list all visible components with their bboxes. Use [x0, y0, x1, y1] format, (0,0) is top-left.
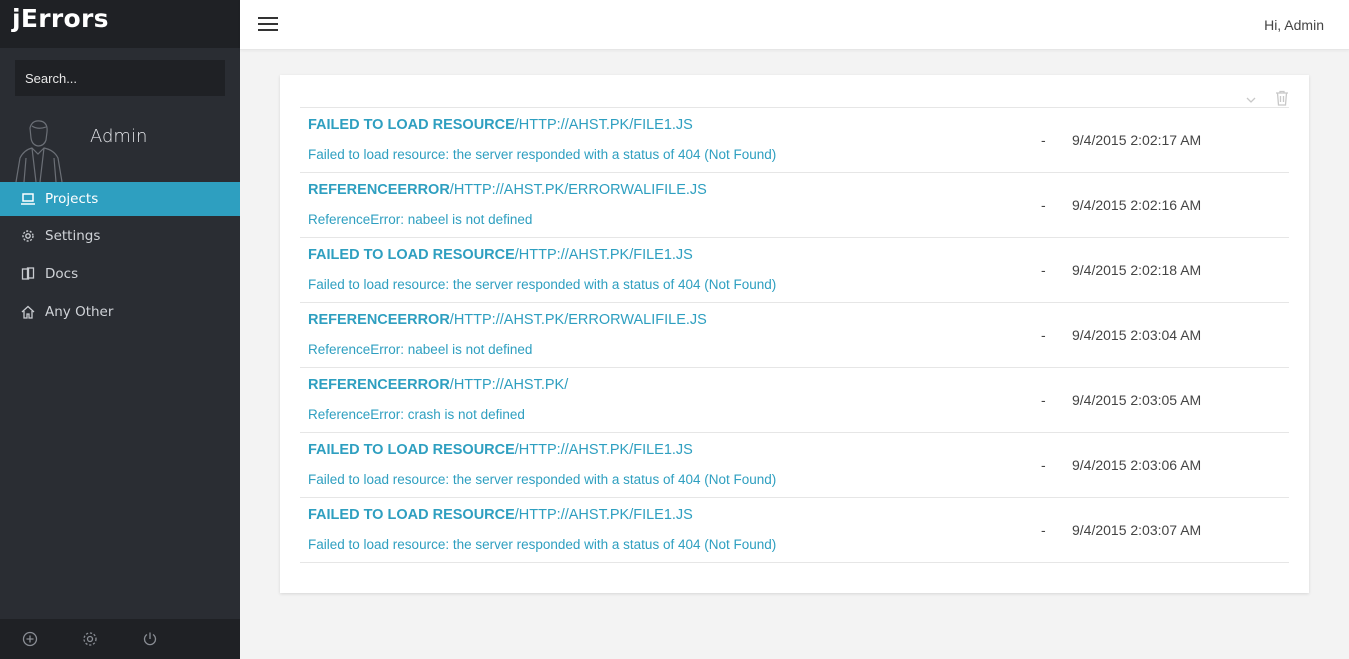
error-message: ReferenceError: nabeel is not defined — [308, 342, 533, 357]
error-url: /HTTP://AHST.PK/FILE1.JS — [514, 247, 693, 263]
error-name: REFERENCEERROR — [308, 312, 450, 328]
sidebar-footer — [0, 619, 240, 659]
error-message: Failed to load resource: the server resp… — [308, 472, 777, 487]
error-message: Failed to load resource: the server resp… — [308, 537, 777, 552]
error-timestamp: 9/4/2015 2:02:16 AM — [1072, 197, 1202, 213]
error-message: Failed to load resource: the server resp… — [308, 277, 777, 292]
error-timestamp: 9/4/2015 2:03:06 AM — [1072, 457, 1202, 473]
sidebar-item-settings[interactable]: Settings — [0, 218, 240, 254]
settings-icon[interactable] — [82, 631, 98, 647]
error-url: /HTTP://AHST.PK/ERRORWALIFILE.JS — [449, 182, 707, 198]
brand-logo[interactable]: jErrors — [0, 0, 240, 48]
error-url: /HTTP://AHST.PK/FILE1.JS — [514, 442, 693, 458]
error-title-link[interactable]: REFERENCEERROR/HTTP://AHST.PK/ERRORWALIF… — [308, 312, 707, 328]
error-title-link[interactable]: REFERENCEERROR/HTTP://AHST.PK/ERRORWALIF… — [308, 182, 707, 198]
error-url: /HTTP://AHST.PK/ERRORWALIFILE.JS — [449, 312, 707, 328]
sidebar-item-label: Docs — [45, 266, 79, 282]
menu-toggle-icon[interactable] — [258, 17, 278, 31]
error-separator: - — [1041, 132, 1046, 148]
error-row[interactable]: FAILED TO LOAD RESOURCE/HTTP://AHST.PK/F… — [300, 498, 1289, 563]
error-separator: - — [1041, 522, 1046, 538]
error-list: FAILED TO LOAD RESOURCE/HTTP://AHST.PK/F… — [300, 107, 1289, 563]
error-message: ReferenceError: crash is not defined — [308, 407, 525, 422]
sidebar: jErrors Admin Projects Settings — [0, 0, 240, 659]
error-message: Failed to load resource: the server resp… — [308, 147, 777, 162]
search-input[interactable] — [15, 60, 225, 96]
error-title-link[interactable]: FAILED TO LOAD RESOURCE/HTTP://AHST.PK/F… — [308, 442, 693, 458]
error-title-link[interactable]: REFERENCEERROR/HTTP://AHST.PK/ — [308, 377, 568, 393]
user-profile: Admin — [0, 114, 240, 182]
error-timestamp: 9/4/2015 2:03:05 AM — [1072, 392, 1202, 408]
error-url: /HTTP://AHST.PK/ — [449, 377, 569, 393]
sidebar-item-docs[interactable]: Docs — [0, 256, 240, 292]
error-timestamp: 9/4/2015 2:03:07 AM — [1072, 522, 1202, 538]
error-separator: - — [1041, 327, 1046, 343]
user-greeting[interactable]: Hi, Admin — [1264, 17, 1324, 33]
error-name: FAILED TO LOAD RESOURCE — [308, 442, 515, 458]
sidebar-item-label: Any Other — [45, 304, 114, 320]
error-row[interactable]: REFERENCEERROR/HTTP://AHST.PK/ERRORWALIF… — [300, 173, 1289, 238]
error-timestamp: 9/4/2015 2:02:18 AM — [1072, 262, 1202, 278]
error-row[interactable]: FAILED TO LOAD RESOURCE/HTTP://AHST.PK/F… — [300, 238, 1289, 303]
error-title-link[interactable]: FAILED TO LOAD RESOURCE/HTTP://AHST.PK/F… — [308, 507, 693, 523]
error-row[interactable]: REFERENCEERROR/HTTP://AHST.PK/ReferenceE… — [300, 368, 1289, 433]
docs-icon — [20, 266, 36, 282]
sidebar-nav: Projects Settings Docs Any Other — [0, 182, 240, 330]
error-separator: - — [1041, 392, 1046, 408]
error-name: FAILED TO LOAD RESOURCE — [308, 247, 515, 263]
trash-icon[interactable] — [1275, 90, 1289, 106]
add-icon[interactable] — [22, 631, 38, 647]
error-separator: - — [1041, 197, 1046, 213]
error-timestamp: 9/4/2015 2:02:17 AM — [1072, 132, 1202, 148]
error-name: FAILED TO LOAD RESOURCE — [308, 507, 515, 523]
power-icon[interactable] — [142, 631, 158, 647]
sidebar-item-label: Projects — [45, 191, 99, 207]
error-name: REFERENCEERROR — [308, 377, 450, 393]
error-timestamp: 9/4/2015 2:03:04 AM — [1072, 327, 1202, 343]
error-title-link[interactable]: FAILED TO LOAD RESOURCE/HTTP://AHST.PK/F… — [308, 247, 693, 263]
error-row[interactable]: REFERENCEERROR/HTTP://AHST.PK/ERRORWALIF… — [300, 303, 1289, 368]
gear-icon — [20, 228, 36, 244]
avatar — [15, 120, 63, 182]
error-url: /HTTP://AHST.PK/FILE1.JS — [514, 507, 693, 523]
error-message: ReferenceError: nabeel is not defined — [308, 212, 533, 227]
errors-panel: FAILED TO LOAD RESOURCE/HTTP://AHST.PK/F… — [280, 75, 1309, 593]
sidebar-item-label: Settings — [45, 228, 101, 244]
sidebar-item-any-other[interactable]: Any Other — [0, 294, 240, 330]
error-name: REFERENCEERROR — [308, 182, 450, 198]
home-icon — [20, 304, 36, 320]
error-separator: - — [1041, 457, 1046, 473]
panel-tools — [1245, 90, 1289, 106]
laptop-icon — [20, 191, 36, 207]
sidebar-item-projects[interactable]: Projects — [0, 182, 240, 216]
error-row[interactable]: FAILED TO LOAD RESOURCE/HTTP://AHST.PK/F… — [300, 433, 1289, 498]
error-separator: - — [1041, 262, 1046, 278]
chevron-down-icon[interactable] — [1245, 90, 1259, 106]
top-header: Hi, Admin — [240, 0, 1349, 50]
error-title-link[interactable]: FAILED TO LOAD RESOURCE/HTTP://AHST.PK/F… — [308, 117, 693, 133]
profile-name: Admin — [90, 126, 148, 147]
error-url: /HTTP://AHST.PK/FILE1.JS — [514, 117, 693, 133]
error-name: FAILED TO LOAD RESOURCE — [308, 117, 515, 133]
error-row[interactable]: FAILED TO LOAD RESOURCE/HTTP://AHST.PK/F… — [300, 108, 1289, 173]
